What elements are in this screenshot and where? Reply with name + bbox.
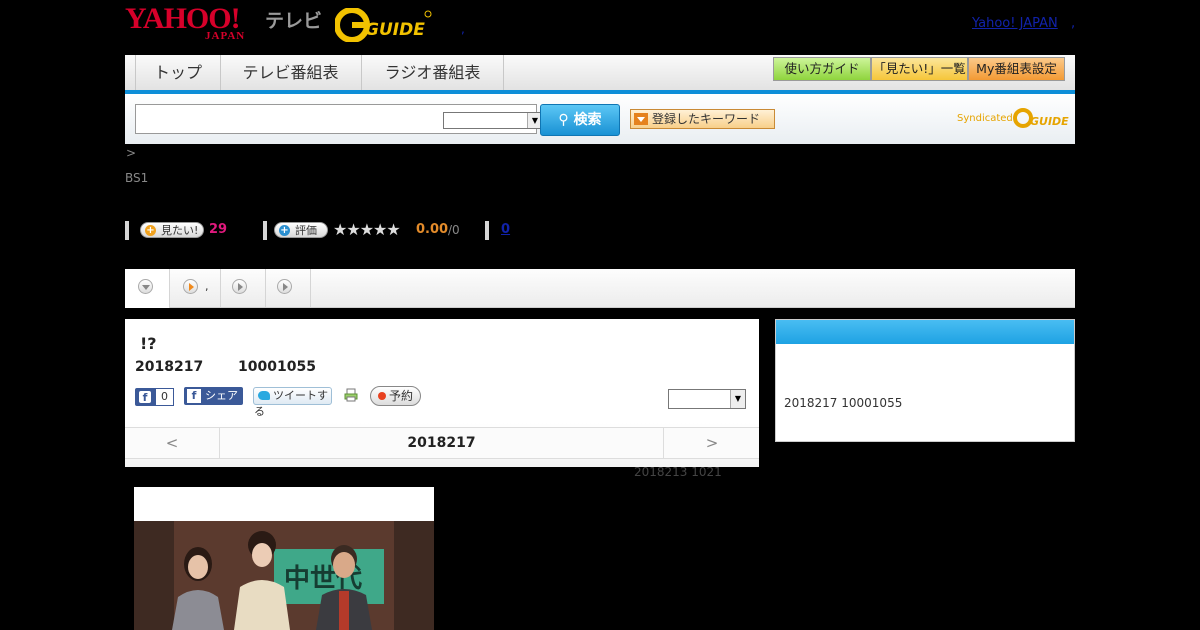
review-count-link[interactable]: 0 <box>501 222 510 237</box>
rating-score: 0.00 <box>416 222 449 237</box>
mitai-button[interactable]: + 見たい! <box>140 222 204 238</box>
plus-icon: + <box>279 225 290 236</box>
rate-button[interactable]: + 評価 <box>274 222 328 238</box>
last-updated: 2018213 1021 <box>634 465 722 479</box>
gguide-logo[interactable]: GUIDE <box>334 7 435 43</box>
rating-stars: ★★★★★ <box>333 220 401 239</box>
yahoo-japan-link[interactable]: Yahoo! JAPAN <box>972 16 1058 31</box>
facebook-icon: f <box>139 391 151 404</box>
previous-day-button[interactable]: < <box>125 428 220 458</box>
japan-logo-text: JAPAN <box>205 30 246 42</box>
side-panel: 2018217 10001055 <box>775 319 1075 442</box>
program-title: !? <box>140 334 157 353</box>
play-icon <box>183 279 198 294</box>
syndicated-gguide-logo: Syndicated GUIDE <box>957 106 1069 130</box>
record-dot-icon <box>378 392 386 400</box>
nav-tab-tv-listings[interactable]: テレビ番組表 <box>220 55 362 90</box>
main-nav: トップ テレビ番組表 ラジオ番組表 使い方ガイド 「見たい!」一覧 My番組表設… <box>125 55 1075 94</box>
syndicated-label: Syndicated <box>957 113 1013 124</box>
search-icon: ⚲ <box>558 112 569 128</box>
search-button-label: 検索 <box>573 112 602 128</box>
svg-text:GUIDE: GUIDE <box>365 20 425 40</box>
tab-2[interactable]: , <box>170 269 221 307</box>
twitter-bird-icon <box>258 391 270 400</box>
program-photo: 中世代 <box>134 487 434 630</box>
my-listings-settings-button[interactable]: My番組表設定 <box>968 57 1065 81</box>
search-genre-select[interactable]: ▼ <box>443 112 543 129</box>
divider <box>263 221 267 240</box>
print-icon[interactable] <box>344 388 358 402</box>
mitai-list-button[interactable]: 「見たい!」一覧 <box>871 57 968 81</box>
program-card: !? 2018217 10001055 f 0 f シェア ツイートする 予約 ▼… <box>125 319 759 467</box>
record-button-label: 予約 <box>389 389 414 403</box>
header-dot: , <box>461 22 465 36</box>
facebook-share-label: シェア <box>205 389 238 402</box>
yahoo-japan-link-sep: , <box>1071 16 1076 31</box>
facebook-like-button[interactable]: f 0 <box>135 388 174 406</box>
saved-keywords-label: 登録したキーワード <box>652 112 761 126</box>
next-day-button[interactable]: > <box>663 428 760 458</box>
rate-button-label: 評価 <box>295 224 317 237</box>
side-panel-text: 2018217 10001055 <box>784 396 903 410</box>
search-input[interactable]: ▼ <box>135 104 543 134</box>
search-button[interactable]: ⚲ 検索 <box>540 104 620 136</box>
record-button[interactable]: 予約 <box>370 386 421 406</box>
saved-keywords-button[interactable]: 登録したキーワード <box>630 109 775 129</box>
current-day-label: 2018217 <box>407 435 476 451</box>
tab-2-label: , <box>205 280 209 293</box>
tab-program-info[interactable] <box>125 269 170 308</box>
program-tabs: , <box>125 269 1075 308</box>
program-time: 10001055 <box>238 359 316 375</box>
nav-tab-top[interactable]: トップ <box>135 55 221 90</box>
channel-name: BS1 <box>125 171 149 185</box>
play-icon <box>232 279 247 294</box>
play-icon <box>277 279 292 294</box>
chevron-down-icon <box>138 279 153 294</box>
tab-4[interactable] <box>266 269 311 307</box>
program-date: 2018217 <box>135 359 204 375</box>
svg-text:GUIDE: GUIDE <box>1030 115 1069 128</box>
search-bar: ▼ ⚲ 検索 登録したキーワード Syndicated GUIDE <box>125 94 1075 144</box>
nav-tab-radio-listings[interactable]: ラジオ番組表 <box>362 55 504 90</box>
side-panel-header <box>776 320 1074 344</box>
dropdown-arrow-icon <box>634 113 648 125</box>
mitai-count: 29 <box>209 222 228 237</box>
yahoo-japan-logo[interactable]: YAHOO! JAPAN <box>125 4 261 43</box>
day-navigation: < 2018217 > <box>125 427 759 459</box>
divider <box>125 221 129 240</box>
chevron-down-icon: ▼ <box>730 390 745 408</box>
usage-guide-button[interactable]: 使い方ガイド <box>773 57 871 81</box>
facebook-icon: f <box>187 389 201 403</box>
rating-count: /0 <box>448 223 460 237</box>
mitai-button-label: 見たい! <box>161 224 199 237</box>
tv-logo-label[interactable]: テレビ <box>265 6 322 33</box>
tab-3[interactable] <box>221 269 266 307</box>
tweet-button[interactable]: ツイートする <box>253 387 332 418</box>
breadcrumb[interactable]: > <box>126 146 136 160</box>
program-photo-image: 中世代 <box>134 487 434 630</box>
facebook-like-count: 0 <box>155 388 174 406</box>
region-select[interactable]: ▼ <box>668 389 746 409</box>
plus-icon: + <box>145 225 156 236</box>
facebook-share-button[interactable]: f シェア <box>184 387 243 405</box>
divider <box>485 221 489 240</box>
